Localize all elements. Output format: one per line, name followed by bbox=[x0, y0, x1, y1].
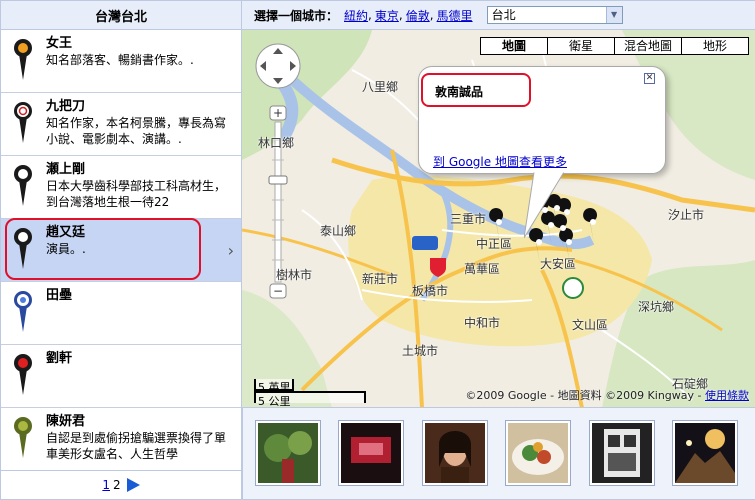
terms-link[interactable]: 使用條款 bbox=[705, 389, 749, 402]
scale-miles: 5 英里 bbox=[254, 379, 294, 394]
person-name: 九把刀 bbox=[46, 99, 86, 114]
person-name: 女王 bbox=[46, 36, 73, 51]
photo-image bbox=[425, 423, 485, 483]
page-link-1[interactable]: 1 bbox=[102, 478, 110, 492]
map-label: 汐止市 bbox=[668, 208, 705, 222]
info-window: 敦南誠品 ✕ 到 Google 地圖查看更多 bbox=[418, 66, 666, 174]
map-type-terrain[interactable]: 地形 bbox=[681, 37, 749, 55]
map-label: 文山區 bbox=[572, 318, 609, 332]
map-type-hybrid[interactable]: 混合地圖 bbox=[614, 37, 682, 55]
map-label: 中正區 bbox=[476, 237, 513, 251]
map-view[interactable]: + − 地圖 衛星 混合地圖 地形 八里鄉 林口鄉 泰山鄉 新莊市 板橋市 中和… bbox=[242, 30, 755, 408]
info-title: 敦南誠品 bbox=[435, 85, 484, 99]
map-pin-icon bbox=[14, 165, 32, 206]
map-pin-icon bbox=[14, 39, 32, 80]
map-label: 林口鄉 bbox=[258, 136, 295, 150]
svg-text:−: − bbox=[273, 284, 283, 298]
people-list: 女王 知名部落客、暢銷書作家。. 九把刀 知名作家，本名柯景騰，專長為寫小說、電… bbox=[0, 30, 242, 470]
person-name: 田壘 bbox=[46, 288, 73, 303]
map-label: 大安區 bbox=[540, 257, 577, 271]
city-link-newyork[interactable]: 紐約 bbox=[344, 7, 368, 24]
photo-strip bbox=[242, 408, 755, 500]
map-label: 樹林市 bbox=[276, 268, 313, 282]
person-desc: 自認是到處偷拐搶騙選票換得了單車美形女盧名、人生哲學 bbox=[46, 431, 227, 461]
map-label: 萬華區 bbox=[464, 262, 501, 276]
list-item[interactable]: 瀬上剛 日本大學齒科學部技工科高材生，到台灣落地生根一待22 bbox=[1, 156, 241, 219]
selection-highlight bbox=[5, 218, 201, 280]
map-label: 八里鄉 bbox=[362, 80, 399, 94]
photo-thumbnail[interactable] bbox=[255, 420, 321, 486]
pager: 1 2 bbox=[0, 470, 242, 500]
map-type-satellite[interactable]: 衛星 bbox=[547, 37, 615, 55]
map-pin-icon bbox=[14, 354, 32, 395]
map-label: 深坑鄉 bbox=[638, 300, 675, 314]
page-current: 2 bbox=[113, 478, 121, 492]
next-page-icon[interactable] bbox=[126, 478, 140, 492]
person-name: 瀬上剛 bbox=[46, 162, 86, 177]
photo-thumbnail[interactable] bbox=[338, 420, 404, 486]
list-item[interactable]: 劉軒 bbox=[1, 345, 241, 408]
map-pin-icon bbox=[14, 417, 32, 458]
person-name: 劉軒 bbox=[46, 351, 73, 366]
city-dropdown-value: 台北 bbox=[491, 8, 516, 22]
map-pin-icon bbox=[14, 291, 32, 332]
list-item[interactable]: 田壘 bbox=[1, 282, 241, 345]
svg-text:+: + bbox=[273, 106, 283, 120]
city-dropdown[interactable]: 台北 ▼ bbox=[486, 6, 623, 24]
photo-thumbnail[interactable] bbox=[505, 420, 571, 486]
city-link-tokyo[interactable]: 東京 bbox=[375, 7, 399, 24]
photo-image bbox=[258, 423, 318, 483]
info-window-tail bbox=[524, 172, 565, 239]
close-icon[interactable]: ✕ bbox=[644, 73, 655, 84]
city-bar: 選擇一個城市： 紐約, 東京, 倫敦, 馬德里 台北 ▼ bbox=[242, 0, 755, 30]
photo-thumbnail[interactable] bbox=[589, 420, 655, 486]
map-label: 中和市 bbox=[464, 316, 501, 330]
map-label: 三重市 bbox=[450, 212, 487, 226]
map-label: 泰山鄉 bbox=[320, 224, 357, 238]
person-desc: 知名部落客、暢銷書作家。. bbox=[46, 53, 194, 67]
view-in-google-maps-link[interactable]: 到 Google 地圖查看更多 bbox=[433, 153, 567, 170]
map-type-toggle: 地圖 衛星 混合地圖 地形 bbox=[480, 37, 749, 55]
map-copyright: ©2009 Google - 地圖資料 ©2009 Kingway - 使用條款 bbox=[465, 387, 749, 403]
photo-image bbox=[592, 423, 652, 483]
map-type-map[interactable]: 地圖 bbox=[480, 37, 548, 55]
photo-thumbnail[interactable] bbox=[672, 420, 738, 486]
scale-km: 5 公里 bbox=[254, 391, 366, 407]
map-pin-icon bbox=[14, 102, 32, 143]
map-label: 土城市 bbox=[402, 344, 439, 358]
city-link-london[interactable]: 倫敦 bbox=[406, 7, 430, 24]
photo-image bbox=[675, 423, 735, 483]
city-select-label: 選擇一個城市： bbox=[254, 8, 339, 23]
region-title-text: 台灣台北 bbox=[94, 9, 147, 25]
city-link-madrid[interactable]: 馬德里 bbox=[437, 7, 473, 24]
map-label: 新莊市 bbox=[362, 272, 399, 286]
chevron-right-icon[interactable]: › bbox=[228, 241, 234, 260]
map-label: 板橋市 bbox=[412, 284, 449, 298]
list-item[interactable]: 女王 知名部落客、暢銷書作家。. bbox=[1, 30, 241, 93]
list-item[interactable]: 陳妍君 自認是到處偷拐搶騙選票換得了單車美形女盧名、人生哲學 bbox=[1, 408, 241, 470]
chevron-down-icon[interactable]: ▼ bbox=[605, 7, 622, 23]
copyright-text: ©2009 Google - 地圖資料 ©2009 Kingway - bbox=[465, 389, 702, 402]
photo-image bbox=[508, 423, 568, 483]
region-title: 台灣台北 bbox=[0, 0, 242, 30]
person-desc: 日本大學齒科學部技工科高材生，到台灣落地生根一待22 bbox=[46, 179, 227, 209]
person-name: 陳妍君 bbox=[46, 414, 86, 429]
photo-thumbnail[interactable] bbox=[422, 420, 488, 486]
photo-image bbox=[341, 423, 401, 483]
map-scale: 5 英里 5 公里 bbox=[254, 379, 366, 407]
list-item[interactable]: 九把刀 知名作家，本名柯景騰，專長為寫小說、電影劇本、演講。. bbox=[1, 93, 241, 156]
